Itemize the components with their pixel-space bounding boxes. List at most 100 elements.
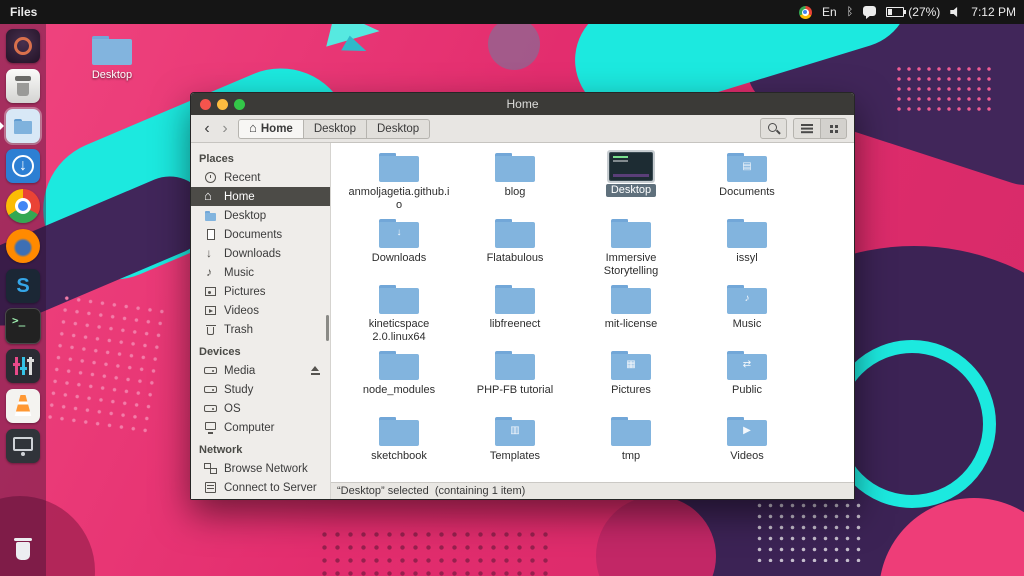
wallpaper-shape	[488, 18, 540, 70]
file-label: Immersive Storytelling	[579, 252, 683, 277]
sidebar-item-desktop[interactable]: Desktop	[191, 206, 330, 225]
launcher-item-chrome[interactable]	[0, 186, 46, 226]
launcher-item-dash[interactable]	[0, 26, 46, 66]
launcher-item-trash[interactable]	[0, 528, 46, 568]
breadcrumb-home[interactable]: ⌂Home	[238, 119, 304, 139]
file-item-music[interactable]: ♪Music	[689, 281, 805, 347]
wastebasket-icon	[6, 69, 40, 103]
launcher-item-recorder[interactable]	[0, 426, 46, 466]
app-menu-title[interactable]: Files	[10, 5, 37, 19]
file-label: Templates	[490, 450, 540, 463]
volume-icon[interactable]	[950, 7, 961, 18]
file-item-kineticspace-2-0-linux64[interactable]: kineticspace 2.0.linux64	[341, 281, 457, 347]
file-item-templates[interactable]: ▥ Templates	[457, 413, 573, 479]
sidebar-item-music[interactable]: Music	[191, 263, 330, 282]
sidebar-item-computer[interactable]: Computer	[191, 418, 330, 437]
file-label: Public	[732, 384, 762, 397]
sidebar-item-recent[interactable]: Recent	[191, 168, 330, 187]
grid-view-icon	[828, 123, 840, 134]
bluetooth-icon[interactable]: ᛒ	[847, 7, 854, 18]
home-icon	[204, 190, 217, 203]
file-item-anmoljagetia-github-io[interactable]: anmoljagetia.github.io	[341, 149, 457, 215]
clock[interactable]: 7:12 PM	[971, 5, 1016, 19]
file-label: PHP-FB tutorial	[477, 384, 553, 397]
battery-indicator[interactable]: (27%)	[886, 5, 940, 19]
file-item-blog[interactable]: blog	[457, 149, 573, 215]
file-item-pictures[interactable]: ▦Pictures	[573, 347, 689, 413]
sidebar-item-os[interactable]: OS	[191, 399, 330, 418]
folder-icon	[611, 285, 651, 314]
file-item-documents[interactable]: ▤Documents	[689, 149, 805, 215]
file-item-immersive-storytelling[interactable]: Immersive Storytelling	[573, 215, 689, 281]
sidebar-item-videos[interactable]: Videos	[191, 301, 330, 320]
window-titlebar[interactable]: Home	[191, 93, 854, 115]
list-view-icon	[801, 123, 813, 134]
sidebar-item-browse-network[interactable]: Browse Network	[191, 459, 330, 478]
file-label: anmoljagetia.github.io	[347, 186, 451, 211]
launcher-item-firefox[interactable]	[0, 226, 46, 266]
trash-icon	[204, 323, 217, 336]
file-item-desktop[interactable]: Desktop	[573, 149, 689, 215]
breadcrumb-desktop[interactable]: Desktop	[367, 119, 430, 139]
launcher-item-files[interactable]	[0, 106, 46, 146]
drive-icon	[204, 402, 217, 415]
down-icon	[204, 247, 217, 260]
breadcrumb-label: Desktop	[377, 123, 419, 135]
maximize-button[interactable]	[234, 99, 245, 110]
sidebar-item-connect-to-server[interactable]: Connect to Server	[191, 478, 330, 497]
folder-icon: ▥	[495, 417, 535, 446]
sidebar-scrollbar-thumb[interactable]	[326, 315, 329, 341]
file-item-node-modules[interactable]: node_modules	[341, 347, 457, 413]
messaging-icon[interactable]	[863, 6, 876, 16]
sidebar-item-study[interactable]: Study	[191, 380, 330, 399]
file-label: sketchbook	[371, 450, 427, 463]
file-item-issyl[interactable]: issyl	[689, 215, 805, 281]
sidebar-item-home[interactable]: Home	[191, 187, 330, 206]
back-button[interactable]: ‹	[198, 116, 216, 142]
sidebar-item-label: Pictures	[224, 286, 266, 298]
sidebar-item-trash[interactable]: Trash	[191, 320, 330, 339]
file-item-flatabulous[interactable]: Flatabulous	[457, 215, 573, 281]
file-item-videos[interactable]: ▶Videos	[689, 413, 805, 479]
sidebar-item-pictures[interactable]: Pictures	[191, 282, 330, 301]
video-icon	[204, 304, 217, 317]
sidebar-header-devices: Devices	[191, 339, 330, 361]
recorder-icon	[6, 429, 40, 463]
file-item-sketchbook[interactable]: sketchbook	[341, 413, 457, 479]
running-indicator-arrow	[0, 122, 4, 130]
sidebar-item-downloads[interactable]: Downloads	[191, 244, 330, 263]
keyboard-indicator[interactable]: En	[822, 5, 837, 19]
breadcrumb-desktop[interactable]: Desktop	[304, 119, 367, 139]
file-item-mit-license[interactable]: mit-license	[573, 281, 689, 347]
drive-icon	[204, 383, 217, 396]
launcher-item-wastebasket[interactable]	[0, 66, 46, 106]
file-label: Pictures	[611, 384, 651, 397]
sidebar-item-media[interactable]: Media	[191, 361, 330, 380]
home-icon: ⌂	[249, 121, 257, 134]
chrome-indicator-icon[interactable]	[799, 6, 812, 19]
launcher-item-downloader[interactable]	[0, 146, 46, 186]
grid-view-button[interactable]	[820, 118, 847, 139]
eject-icon[interactable]	[309, 364, 322, 377]
forward-button[interactable]: ›	[216, 116, 234, 142]
trash-icon	[6, 531, 40, 565]
list-view-button[interactable]	[793, 118, 820, 139]
pic-icon	[204, 285, 217, 298]
desktop-icon-desktop[interactable]: Desktop	[86, 36, 138, 81]
sidebar-item-documents[interactable]: Documents	[191, 225, 330, 244]
search-button[interactable]	[760, 118, 787, 139]
file-item-php-fb-tutorial[interactable]: PHP-FB tutorial	[457, 347, 573, 413]
status-bar: “Desktop” selected (containing 1 item)	[331, 482, 854, 499]
file-item-libfreenect[interactable]: libfreenect	[457, 281, 573, 347]
sidebar-item-label: Connect to Server	[224, 482, 317, 494]
launcher-item-mixer[interactable]	[0, 346, 46, 386]
minimize-button[interactable]	[217, 99, 228, 110]
launcher-item-skype[interactable]	[0, 266, 46, 306]
file-item-public[interactable]: ⇄Public	[689, 347, 805, 413]
file-item-tmp[interactable]: tmp	[573, 413, 689, 479]
launcher-item-terminal[interactable]	[0, 306, 46, 346]
search-icon	[767, 122, 780, 135]
close-button[interactable]	[200, 99, 211, 110]
launcher-item-vlc[interactable]	[0, 386, 46, 426]
file-item-downloads[interactable]: ↓Downloads	[341, 215, 457, 281]
